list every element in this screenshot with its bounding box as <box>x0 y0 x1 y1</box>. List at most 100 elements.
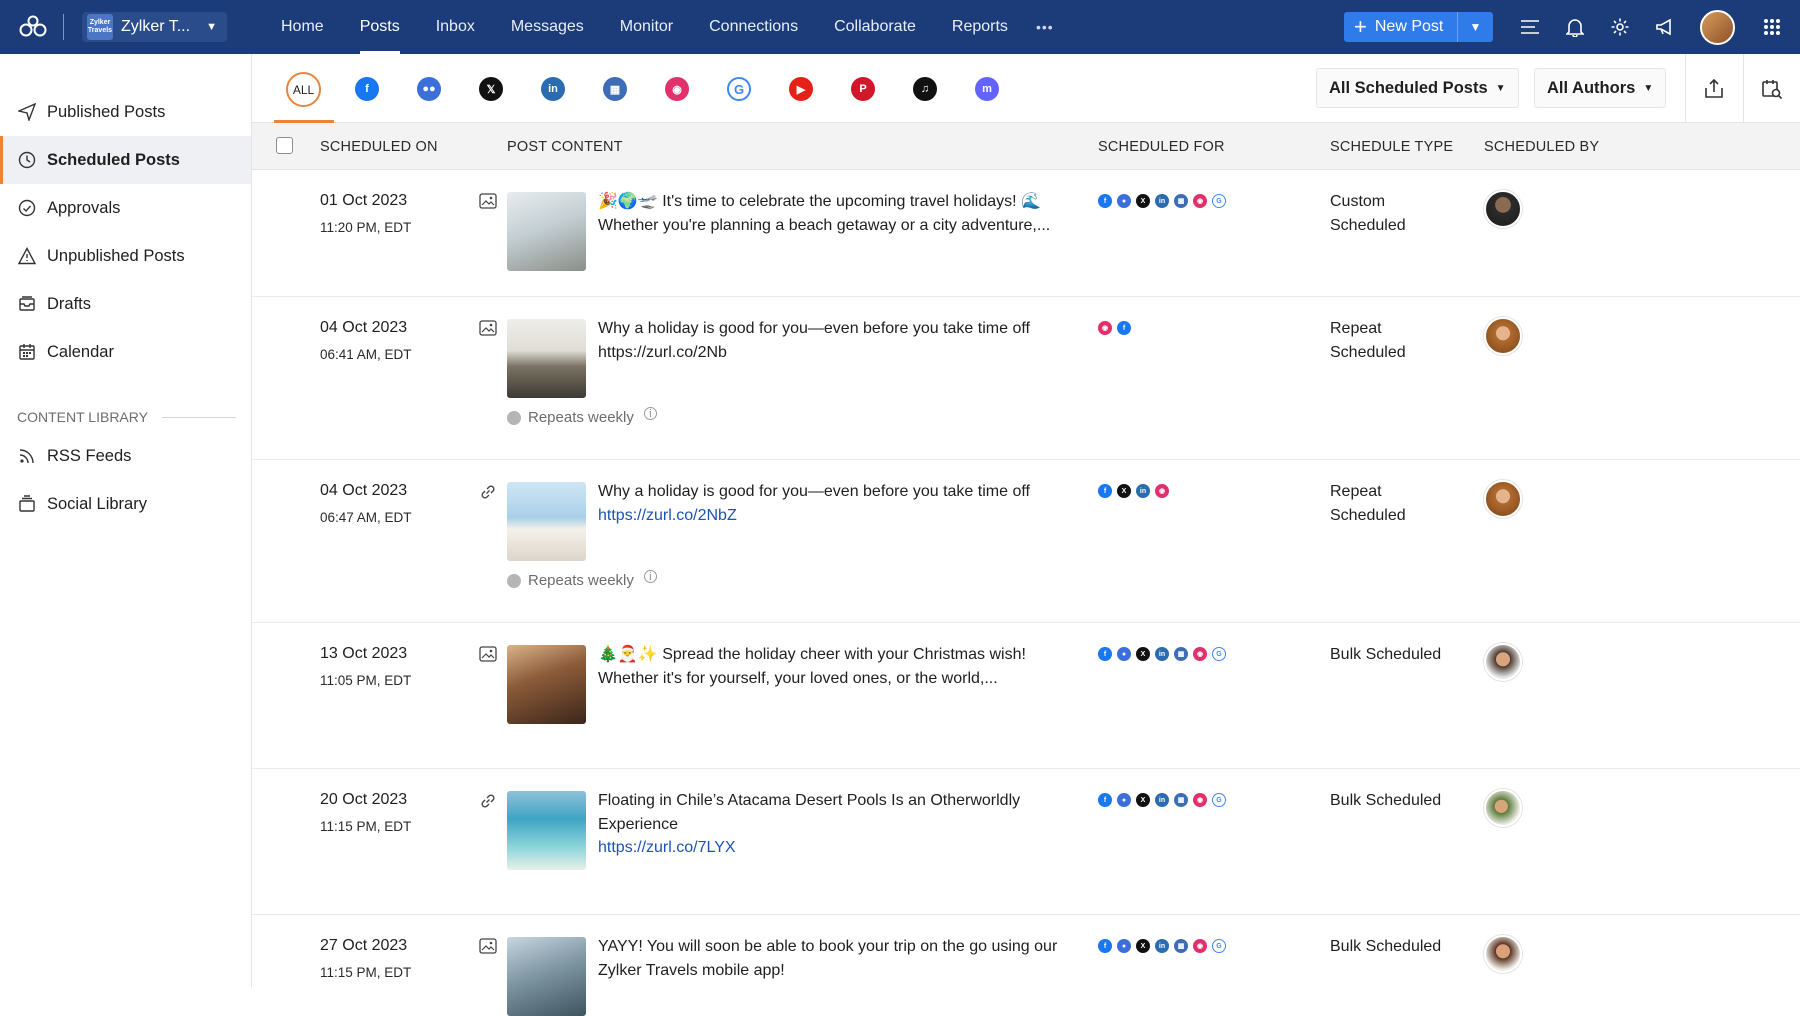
post-content-text[interactable]: YAYY! You will soon be able to book your… <box>598 935 1058 982</box>
schedule-type: Bulk Scheduled <box>1330 646 1442 663</box>
info-icon[interactable]: i <box>643 407 657 420</box>
author-avatar[interactable] <box>1484 643 1522 681</box>
linkedin-page-icon[interactable]: ▦ <box>603 77 627 101</box>
scheduled-for-networks: f ● X in ▦ ◉ G <box>1098 647 1226 661</box>
sidebar-item-published-posts[interactable]: Published Posts <box>0 88 251 136</box>
facebook-groups-icon[interactable]: ●● <box>417 77 441 101</box>
author-avatar[interactable] <box>1484 935 1522 973</box>
scheduled-date: 01 Oct 2023 <box>320 192 408 209</box>
instagram-icon: ◉ <box>1155 484 1169 498</box>
author-avatar[interactable] <box>1484 480 1522 518</box>
table-row[interactable]: 13 Oct 2023 11:05 PM, EDT 🎄🎅✨ Spread the… <box>252 623 1800 769</box>
x-icon: X <box>1136 194 1150 208</box>
pinterest-icon[interactable]: P <box>851 77 875 101</box>
nav-collaborate[interactable]: Collaborate <box>816 0 934 54</box>
post-thumbnail[interactable] <box>507 791 586 870</box>
nav-home[interactable]: Home <box>263 0 342 54</box>
apps-grid-icon[interactable] <box>1760 15 1784 39</box>
nav-monitor[interactable]: Monitor <box>602 0 691 54</box>
sidebar-item-calendar[interactable]: Calendar <box>0 328 251 376</box>
facebook-icon: f <box>1117 321 1131 335</box>
authors-filter-dropdown[interactable]: All Authors ▼ <box>1534 68 1667 108</box>
post-thumbnail[interactable] <box>507 645 586 724</box>
user-avatar[interactable] <box>1700 10 1735 45</box>
header-scheduled-for: SCHEDULED FOR <box>1098 138 1225 155</box>
schedule-type: Bulk Scheduled <box>1330 792 1442 809</box>
author-avatar[interactable] <box>1484 789 1522 827</box>
instagram-icon[interactable]: ◉ <box>665 77 689 101</box>
schedule-type: Repeat Scheduled <box>1330 317 1410 364</box>
plus-icon: + <box>1354 14 1367 39</box>
table-row[interactable]: 04 Oct 2023 06:41 AM, EDT Why a holiday … <box>252 297 1800 460</box>
post-content-text[interactable]: 🎄🎅✨ Spread the holiday cheer with your C… <box>598 643 1058 690</box>
tiktok-icon[interactable]: ♫ <box>913 77 937 101</box>
author-avatar[interactable] <box>1484 317 1522 355</box>
instagram-icon: ◉ <box>1193 939 1207 953</box>
nav-reports[interactable]: Reports <box>934 0 1026 54</box>
google-business-icon: G <box>1212 194 1226 208</box>
table-row[interactable]: 27 Oct 2023 11:15 PM, EDT YAYY! You will… <box>252 915 1800 1016</box>
schedule-type-label: Custom Scheduled <box>1330 193 1406 234</box>
linkedin-icon: in <box>1136 484 1150 498</box>
nav-messages[interactable]: Messages <box>493 0 602 54</box>
sidebar-item-label: Published Posts <box>47 102 166 121</box>
facebook-icon[interactable]: f <box>355 77 379 101</box>
nav-posts[interactable]: Posts <box>342 0 418 54</box>
dropdown-value: All Authors <box>1547 78 1636 97</box>
new-post-main[interactable]: + New Post <box>1344 16 1457 38</box>
new-post-dropdown-chevron-icon[interactable]: ▼ <box>1457 12 1493 42</box>
post-thumbnail[interactable] <box>507 482 586 561</box>
sidebar-item-approvals[interactable]: Approvals <box>0 184 251 232</box>
facebook-icon: f <box>1098 647 1112 661</box>
divider <box>63 14 64 40</box>
table-row[interactable]: 01 Oct 2023 11:20 PM, EDT 🎉🌍🛫 It's time … <box>252 170 1800 297</box>
post-thumbnail[interactable] <box>507 937 586 1016</box>
post-content-text[interactable]: Floating in Chile’s Atacama Desert Pools… <box>598 789 1058 860</box>
clock-icon <box>17 150 37 170</box>
nav-connections[interactable]: Connections <box>691 0 816 54</box>
post-content-text[interactable]: Why a holiday is good for you—even befor… <box>598 317 1058 364</box>
post-content-text[interactable]: Why a holiday is good for you—even befor… <box>598 480 1058 527</box>
scheduled-for-networks: f X in ◉ <box>1098 484 1169 498</box>
post-thumbnail[interactable] <box>507 319 586 398</box>
nav-inbox[interactable]: Inbox <box>418 0 493 54</box>
post-link[interactable]: https://zurl.co/2NbZ <box>598 507 737 524</box>
select-all-checkbox[interactable] <box>276 137 293 154</box>
table-row[interactable]: 04 Oct 2023 06:47 AM, EDT Why a holiday … <box>252 460 1800 623</box>
linkedin-page-icon: ▦ <box>1174 194 1188 208</box>
sidebar-item-drafts[interactable]: Drafts <box>0 280 251 328</box>
table-row[interactable]: 20 Oct 2023 11:15 PM, EDT Floating in Ch… <box>252 769 1800 915</box>
mastodon-icon[interactable]: m <box>975 77 999 101</box>
linkedin-icon[interactable]: in <box>541 77 565 101</box>
x-icon[interactable]: 𝕏 <box>479 77 503 101</box>
post-thumbnail[interactable] <box>507 192 586 271</box>
image-post-icon <box>479 320 497 338</box>
sidebar-item-scheduled-posts[interactable]: Scheduled Posts <box>0 136 251 184</box>
scheduled-posts-filter-dropdown[interactable]: All Scheduled Posts ▼ <box>1316 68 1519 108</box>
more-menu-icon[interactable]: ••• <box>1026 0 1064 54</box>
header-post-content: POST CONTENT <box>507 138 623 155</box>
sidebar-item-rss-feeds[interactable]: RSS Feeds <box>0 432 251 480</box>
calendar-search-icon[interactable] <box>1758 75 1786 103</box>
menu-lines-icon[interactable] <box>1518 15 1542 39</box>
app-logo-icon[interactable] <box>17 11 49 43</box>
info-icon[interactable]: i <box>643 570 657 583</box>
brand-switcher[interactable]: Zylker Travels Zylker T... ▼ <box>82 12 227 42</box>
sidebar-item-social-library[interactable]: Social Library <box>0 480 251 528</box>
filter-all[interactable]: ALL <box>286 72 321 107</box>
sidebar-item-label: Unpublished Posts <box>47 246 185 265</box>
export-icon[interactable] <box>1700 75 1728 103</box>
sidebar-item-unpublished-posts[interactable]: Unpublished Posts <box>0 232 251 280</box>
google-business-icon[interactable]: G <box>727 77 751 101</box>
x-icon: X <box>1136 793 1150 807</box>
megaphone-icon[interactable] <box>1653 15 1677 39</box>
youtube-icon[interactable]: ▶ <box>789 77 813 101</box>
post-link[interactable]: https://zurl.co/7LYX <box>598 839 736 856</box>
new-post-button[interactable]: + New Post ▼ <box>1344 12 1493 42</box>
header-scheduled-on[interactable]: SCHEDULED ON <box>320 123 438 170</box>
post-content-text[interactable]: 🎉🌍🛫 It's time to celebrate the upcoming … <box>598 190 1058 237</box>
instagram-icon: ◉ <box>1193 793 1207 807</box>
gear-icon[interactable] <box>1608 15 1632 39</box>
author-avatar[interactable] <box>1484 190 1522 228</box>
bell-icon[interactable] <box>1563 15 1587 39</box>
